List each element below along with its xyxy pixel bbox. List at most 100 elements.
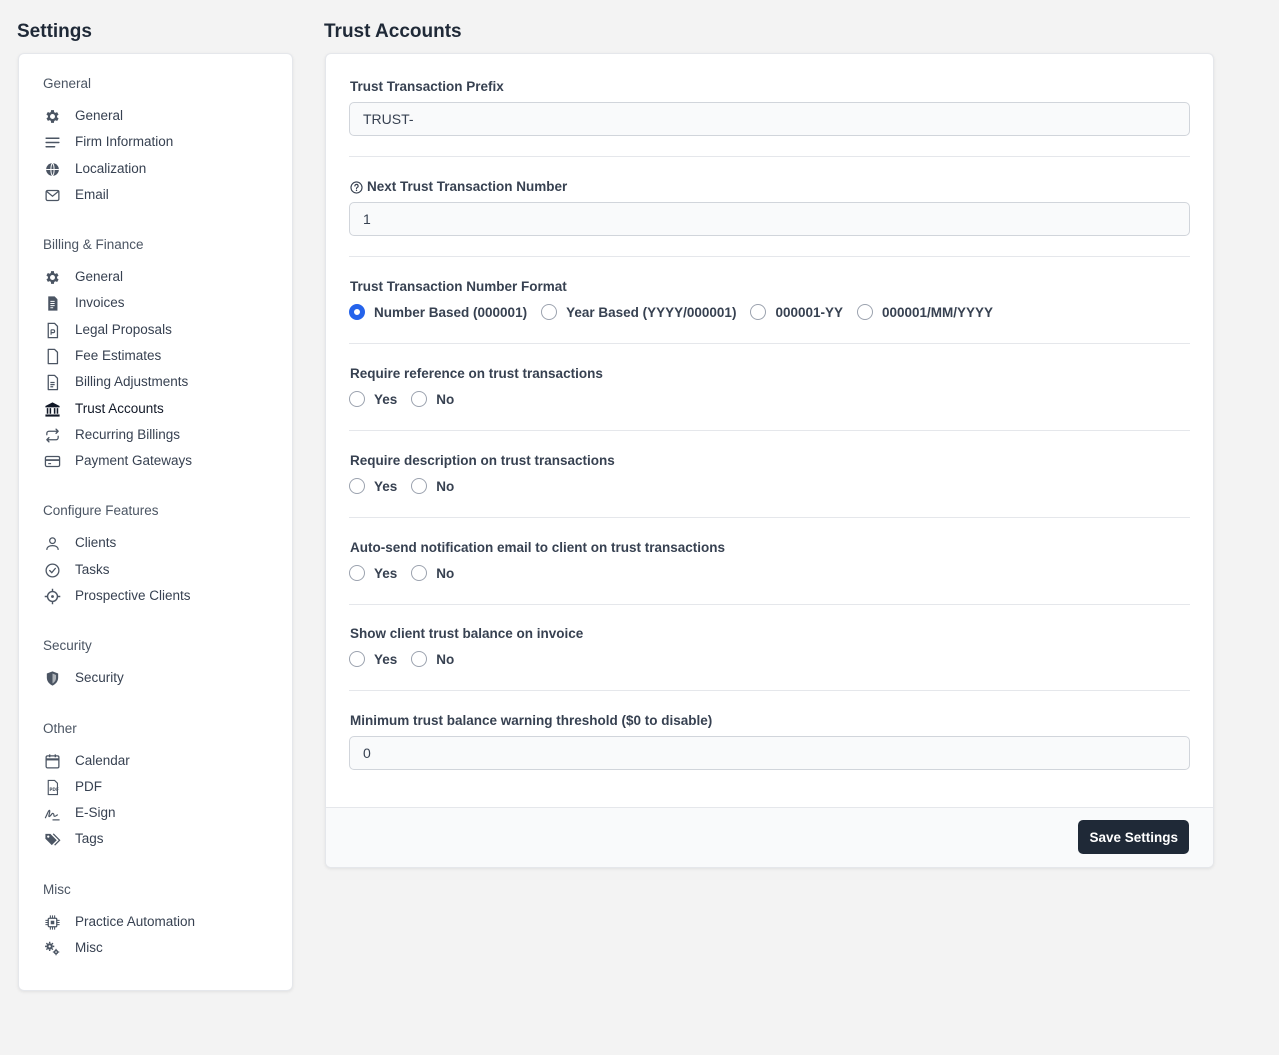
sidebar-item-email[interactable]: Email (43, 184, 283, 206)
sidebar-item-pdf[interactable]: PDF PDF (43, 776, 283, 798)
invoice-icon (43, 294, 61, 312)
trust-settings-card: Trust Transaction Prefix Next Trust Tran… (325, 53, 1214, 868)
format-radio-group: Number Based (000001) Year Based (YYYY/00… (349, 302, 1007, 322)
yes-option[interactable]: Yes (349, 565, 397, 581)
sidebar-item-label: PDF (75, 779, 102, 794)
radio-button[interactable] (349, 651, 365, 667)
sidebar-item-legal-proposals[interactable]: Legal Proposals (43, 319, 283, 341)
yes-no-radio-group: Yes No (349, 563, 468, 583)
sidebar-item-label: Invoices (75, 295, 125, 310)
sidebar-item-label: E-Sign (75, 805, 116, 820)
sidebar-item-tasks[interactable]: Tasks (43, 559, 283, 581)
radio-label: 000001-YY (775, 304, 843, 320)
format-option[interactable]: Year Based (YYYY/000001) (541, 304, 736, 320)
sidebar-item-practice-automation[interactable]: Practice Automation (43, 911, 283, 933)
settings-sidebar: General General Firm Information Localizati… (18, 53, 293, 991)
gears-icon (43, 939, 61, 957)
proposal-icon (43, 321, 61, 339)
crosshair-icon (43, 587, 61, 605)
sidebar-item-label: Billing Adjustments (75, 374, 189, 389)
sidebar-item-label: General (75, 108, 124, 123)
yes-option[interactable]: Yes (349, 391, 397, 407)
sidebar-item-label: Clients (75, 535, 117, 550)
radio-button[interactable] (411, 651, 428, 667)
format-option[interactable]: 000001/MM/YYYY (857, 304, 993, 320)
radio-button[interactable] (411, 565, 428, 581)
sidebar-item-billing-adjustments[interactable]: Billing Adjustments (43, 371, 283, 393)
format-option[interactable]: Number Based (000001) (349, 304, 527, 320)
sidebar-item-label: Prospective Clients (75, 588, 191, 603)
radio-button[interactable] (349, 391, 365, 407)
sidebar-item-firm-information[interactable]: Firm Information (43, 131, 283, 153)
sidebar-item-misc[interactable]: Misc (43, 937, 283, 959)
shield-icon (43, 669, 61, 687)
radio-button[interactable] (411, 478, 428, 494)
sidebar-item-label: Tasks (75, 562, 110, 577)
no-option[interactable]: No (411, 391, 454, 407)
divider (349, 690, 1190, 691)
credit-card-icon (43, 452, 61, 470)
divider (349, 343, 1190, 344)
sidebar-item-localization[interactable]: Localization (43, 158, 283, 180)
sidebar-item-prospective-clients[interactable]: Prospective Clients (43, 585, 283, 607)
settings-title: Settings (17, 21, 92, 42)
sidebar-item-clients[interactable]: Clients (43, 532, 283, 554)
sidebar-item-trust-accounts[interactable]: Trust Accounts (43, 398, 283, 420)
tags-icon (43, 830, 61, 848)
radio-button[interactable] (750, 304, 767, 320)
radio-label: Yes (374, 478, 398, 494)
divider (349, 156, 1190, 157)
yes-no-label: Show client trust balance on invoice (350, 626, 584, 641)
prefix-input[interactable] (349, 102, 1190, 136)
sidebar-item-general[interactable]: General (43, 105, 283, 127)
threshold-input[interactable] (349, 736, 1190, 770)
lines-icon (43, 133, 61, 151)
radio-label: Yes (374, 391, 398, 407)
sidebar-group-label: Billing & Finance (43, 237, 144, 252)
file-text-icon (43, 373, 61, 391)
radio-button[interactable] (349, 478, 365, 494)
no-option[interactable]: No (411, 651, 454, 667)
yes-option[interactable]: Yes (349, 478, 397, 494)
no-option[interactable]: No (411, 478, 454, 494)
page-title: Trust Accounts (324, 21, 462, 42)
sidebar-item-security[interactable]: Security (43, 667, 283, 689)
sidebar-item-tags[interactable]: Tags (43, 828, 283, 850)
divider (349, 604, 1190, 605)
yes-no-label: Auto-send notification email to client o… (350, 540, 726, 555)
sidebar-item-label: General (75, 269, 124, 284)
gear-icon (43, 107, 61, 125)
radio-label: No (436, 651, 455, 667)
yes-no-label: Require description on trust transaction… (350, 453, 615, 468)
radio-button[interactable] (349, 565, 365, 581)
next-number-input[interactable] (349, 202, 1190, 236)
sidebar-item-e-sign[interactable]: E-Sign (43, 802, 283, 824)
sidebar-item-calendar[interactable]: Calendar (43, 750, 283, 772)
divider (349, 256, 1190, 257)
format-option[interactable]: 000001-YY (750, 304, 843, 320)
calendar-icon (43, 752, 61, 770)
chip-icon (43, 913, 61, 931)
no-option[interactable]: No (411, 565, 454, 581)
sidebar-item-recurring-billings[interactable]: Recurring Billings (43, 424, 283, 446)
sidebar-item-label: Calendar (75, 753, 130, 768)
sidebar-item-general[interactable]: General (43, 266, 283, 288)
radio-button[interactable] (541, 304, 558, 320)
radio-button[interactable] (857, 304, 873, 320)
bank-icon (43, 400, 61, 418)
question-circle-icon[interactable] (350, 180, 363, 194)
radio-label: Year Based (YYYY/000001) (566, 304, 737, 320)
sidebar-item-invoices[interactable]: Invoices (43, 292, 283, 314)
yes-option[interactable]: Yes (349, 651, 397, 667)
sidebar-item-payment-gateways[interactable]: Payment Gateways (43, 450, 283, 472)
sidebar-item-label: Practice Automation (75, 914, 196, 929)
save-settings-button[interactable]: Save Settings (1078, 820, 1189, 854)
sidebar-item-label: Localization (75, 161, 147, 176)
file-icon (43, 347, 61, 365)
radio-button[interactable] (349, 304, 365, 320)
check-circle-icon (43, 561, 61, 579)
svg-text:PDF: PDF (49, 787, 59, 793)
radio-button[interactable] (411, 391, 428, 407)
sidebar-item-fee-estimates[interactable]: Fee Estimates (43, 345, 283, 367)
sidebar-group-label: Misc (43, 882, 71, 897)
